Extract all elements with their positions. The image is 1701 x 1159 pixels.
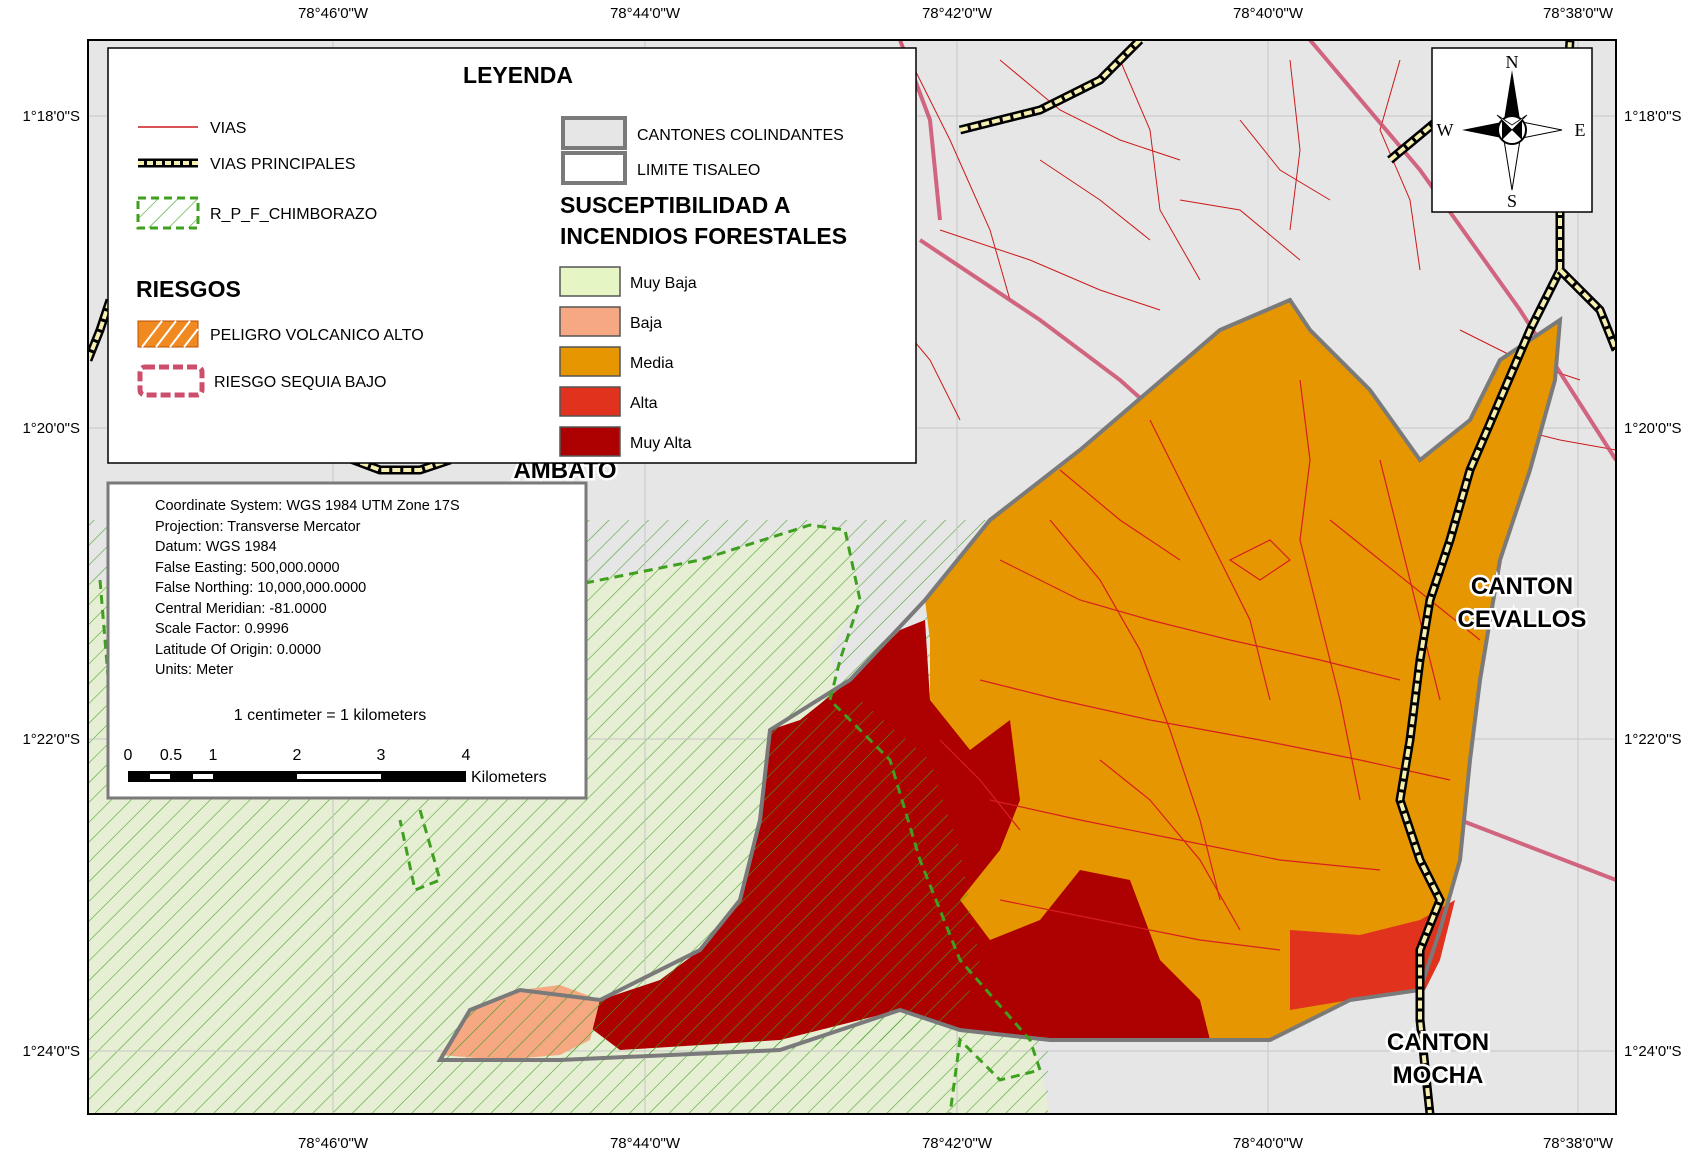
scale-text: 1 centimeter = 1 kilometers: [234, 707, 427, 724]
legend-vias-principales: VIAS PRINCIPALES: [210, 156, 356, 173]
info-line-5: False Northing: 10,000,000.0000: [155, 580, 366, 596]
compass-w: W: [1437, 120, 1454, 140]
coord-bottom-4: 78°40'0"W: [1233, 1135, 1304, 1152]
legend-class-1: Muy Baja: [630, 275, 697, 292]
info-box: Coordinate System: WGS 1984 UTM Zone 17S…: [106, 481, 588, 800]
cantones-symbol: [561, 116, 627, 150]
map-stage: 78°46'0"W 78°44'0"W 78°42'0"W 78°40'0"W …: [0, 0, 1701, 1154]
info-line-7: Scale Factor: 0.9996: [155, 621, 289, 637]
label-mocha-1: CANTON: [1387, 1029, 1489, 1056]
legend-limite: LIMITE TISALEO: [637, 162, 760, 179]
legend-class-4: Alta: [630, 395, 658, 412]
legend-peligro: PELIGRO VOLCANICO ALTO: [210, 327, 424, 344]
coord-left-3: 1°22'0"S: [22, 731, 80, 748]
coord-top-4: 78°40'0"W: [1233, 5, 1304, 22]
legend-title: LEYENDA: [463, 62, 573, 88]
legend-vias: VIAS: [210, 120, 246, 137]
legend-class-5: Muy Alta: [630, 435, 691, 452]
map-svg: 78°46'0"W 78°44'0"W 78°42'0"W 78°40'0"W …: [22, 5, 1682, 1152]
coord-top-2: 78°44'0"W: [610, 5, 681, 22]
class-muy-baja-swatch: [559, 266, 621, 297]
coords-top: 78°46'0"W 78°44'0"W 78°42'0"W 78°40'0"W …: [298, 5, 1614, 22]
legend-sequia: RIESGO SEQUIA BAJO: [214, 374, 387, 391]
info-line-1: Coordinate System: WGS 1984 UTM Zone 17S: [155, 498, 460, 514]
label-cevallos-1: CANTON: [1471, 573, 1573, 600]
info-line-4: False Easting: 500,000.0000: [155, 560, 340, 576]
sequia-symbol: [137, 364, 205, 398]
coord-left-1: 1°18'0"S: [22, 108, 80, 125]
scale-bar: [128, 771, 466, 782]
info-line-3: Datum: WGS 1984: [155, 539, 277, 555]
scale-tick-4: 3: [377, 747, 386, 764]
coord-bottom-1: 78°46'0"W: [298, 1135, 369, 1152]
compass-n: N: [1506, 52, 1519, 72]
class-alta-swatch: [559, 386, 621, 417]
coords-left: 1°18'0"S 1°20'0"S 1°22'0"S 1°24'0"S: [22, 108, 80, 1060]
coord-right-2: 1°20'0"S: [1624, 420, 1682, 437]
legend-reserva: R_P_F_CHIMBORAZO: [210, 206, 377, 223]
class-baja-swatch: [559, 306, 621, 337]
coord-bottom-2: 78°44'0"W: [610, 1135, 681, 1152]
scale-tick-3: 2: [293, 747, 302, 764]
info-line-9: Units: Meter: [155, 662, 233, 678]
coord-bottom-5: 78°38'0"W: [1543, 1135, 1614, 1152]
legend-suscept-2: INCENDIOS FORESTALES: [560, 223, 847, 249]
legend-class-3: Media: [630, 355, 674, 372]
reserva-symbol: [136, 196, 200, 230]
compass-e: E: [1575, 120, 1586, 140]
class-media-swatch: [559, 346, 621, 377]
info-line-2: Projection: Transverse Mercator: [155, 519, 361, 535]
peligro-symbol: [137, 320, 199, 348]
coord-left-2: 1°20'0"S: [22, 420, 80, 437]
coord-right-4: 1°24'0"S: [1624, 1043, 1682, 1060]
legend-class-2: Baja: [630, 315, 662, 332]
scale-tick-0: 0: [124, 747, 133, 764]
legend-cantones: CANTONES COLINDANTES: [637, 127, 844, 144]
coord-right-3: 1°22'0"S: [1624, 731, 1682, 748]
coord-top-3: 78°42'0"W: [922, 5, 993, 22]
info-line-8: Latitude Of Origin: 0.0000: [155, 642, 321, 658]
compass-s: S: [1507, 191, 1517, 211]
scale-tick-1: 0.5: [160, 747, 182, 764]
info-line-6: Central Meridian: -81.0000: [155, 601, 327, 617]
coord-bottom-3: 78°42'0"W: [922, 1135, 993, 1152]
legend-suscept-1: SUSCEPTIBILIDAD A: [560, 192, 790, 218]
scale-unit: Kilometers: [471, 769, 547, 786]
coord-top-5: 78°38'0"W: [1543, 5, 1614, 22]
limite-symbol: [561, 151, 627, 185]
class-muy-alta-swatch: [559, 426, 621, 457]
label-mocha-2: MOCHA: [1393, 1062, 1484, 1089]
scale-tick-2: 1: [209, 747, 218, 764]
legend-riesgos-title: RIESGOS: [136, 276, 241, 302]
coords-bottom: 78°46'0"W 78°44'0"W 78°42'0"W 78°40'0"W …: [298, 1135, 1614, 1152]
label-cevallos-2: CEVALLOS: [1458, 606, 1587, 633]
coord-top-1: 78°46'0"W: [298, 5, 369, 22]
scale-tick-5: 4: [462, 747, 471, 764]
coords-right: 1°18'0"S 1°20'0"S 1°22'0"S 1°24'0"S: [1624, 108, 1682, 1060]
north-arrow: N S W E: [1431, 47, 1593, 213]
coord-right-1: 1°18'0"S: [1624, 108, 1682, 125]
legend-box: LEYENDA VIAS VIAS PRINCIPALES R_P_F_CHIM…: [107, 47, 917, 464]
coord-left-4: 1°24'0"S: [22, 1043, 80, 1060]
